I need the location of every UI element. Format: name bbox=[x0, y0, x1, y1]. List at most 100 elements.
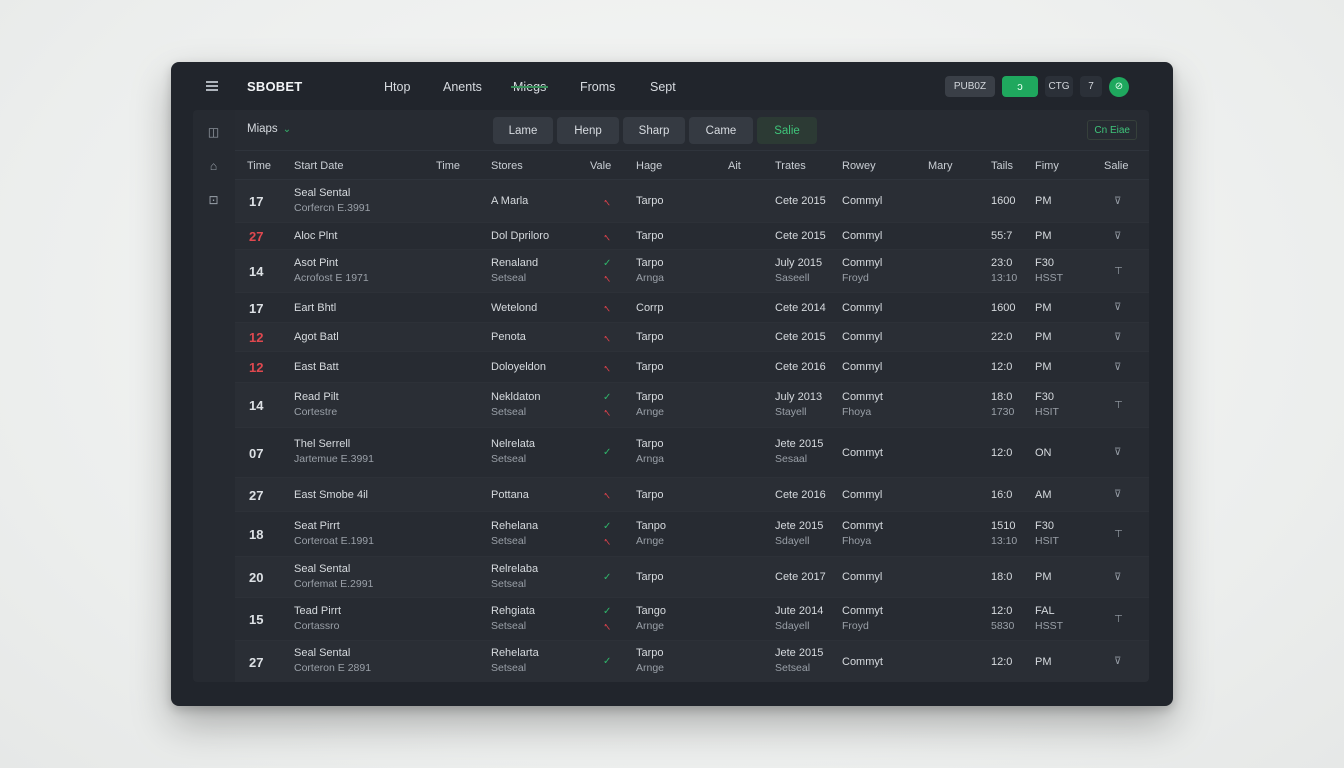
value-indicator: ✓ bbox=[603, 302, 612, 313]
table-row[interactable]: 27 Seal Sental Corteron E 2891 Rehelarta Set… bbox=[235, 641, 1149, 682]
store-name-line1: A Marla bbox=[491, 195, 529, 207]
bag-icon[interactable]: ⊡ bbox=[207, 194, 220, 207]
row-action-icon[interactable]: ⊤ bbox=[1114, 614, 1123, 625]
store-name: Rehgiata Setseal bbox=[491, 605, 535, 632]
hamburger-menu-icon[interactable] bbox=[206, 81, 218, 91]
table-row[interactable]: 18 Seat Pirrt Corteroat E.1991 Rehelana Sets… bbox=[235, 512, 1149, 557]
status-avatar-icon[interactable]: ⊘ bbox=[1109, 76, 1129, 97]
rowey-value: Commyl bbox=[842, 195, 882, 207]
event-name-line1: Eart Bhtl bbox=[294, 301, 337, 314]
store-name: A Marla bbox=[491, 195, 528, 207]
nav-item-1[interactable]: Anents bbox=[443, 62, 482, 94]
row-action-icon[interactable]: ⊽ bbox=[1114, 196, 1121, 207]
row-action-icon[interactable]: ⊽ bbox=[1114, 447, 1121, 458]
rowey-value-line1: Commyl bbox=[842, 331, 883, 343]
chevron-down-icon: ✓ bbox=[603, 362, 611, 373]
date-value-line1: Cete 2014 bbox=[775, 301, 826, 314]
tails-value-line1: 55:7 bbox=[991, 230, 1013, 242]
column-header-3[interactable]: Stores bbox=[491, 160, 523, 172]
segment-button-4[interactable]: Salie bbox=[757, 117, 817, 144]
row-action-icon[interactable]: ⊽ bbox=[1114, 231, 1121, 242]
date-value: Cete 2016 bbox=[775, 489, 826, 501]
table-row[interactable]: 20 Seal Sental Corfemat E.2991 Relrelaba Set… bbox=[235, 557, 1149, 598]
tails-value: 18:0 bbox=[991, 571, 1012, 583]
store-name-line1: Rehelarta bbox=[491, 647, 539, 659]
nav-item-2[interactable]: Miegs bbox=[510, 62, 549, 94]
ctg-button[interactable]: CTG bbox=[1045, 76, 1073, 97]
row-action-icon[interactable]: ⊽ bbox=[1114, 656, 1121, 667]
table-row[interactable]: 14 Read Pilt Cortestre Nekldaton Setseal ✓ ✓ Ta… bbox=[235, 383, 1149, 428]
event-name-line1: Seal Sental bbox=[294, 562, 351, 575]
store-name-line1: Penota bbox=[491, 331, 526, 343]
check-up-icon: ✓ ✓ bbox=[603, 606, 612, 632]
column-header-1[interactable]: Start Date bbox=[294, 160, 344, 172]
table-row[interactable]: 07 Thel Serrell Jartemue E.3991 Nelrelata Se… bbox=[235, 428, 1149, 478]
chart-icon[interactable]: ◫ bbox=[207, 126, 220, 139]
column-header-6[interactable]: Ait bbox=[728, 160, 741, 172]
table-row[interactable]: 27 Aloc Plnt Dol Dpriloro ✓ Tarpo Cete 2015 Co… bbox=[235, 223, 1149, 250]
event-name-line1: Asot Pint bbox=[294, 256, 339, 269]
row-action-icon[interactable]: ⊤ bbox=[1114, 266, 1123, 277]
segment-button-1[interactable]: Henp bbox=[557, 117, 619, 144]
nav-item-4[interactable]: Sept bbox=[650, 62, 676, 94]
nav-item-3[interactable]: Froms bbox=[580, 62, 615, 94]
table-row[interactable]: 17 Eart Bhtl Wetelond ✓ Corrp Cete 2014 Commyl… bbox=[235, 293, 1149, 323]
tails-value-line1: 1600 bbox=[991, 301, 1016, 314]
column-header-11[interactable]: Fimy bbox=[1035, 160, 1059, 172]
column-header-9[interactable]: Mary bbox=[928, 160, 952, 172]
date-value-line2: Sesaal bbox=[775, 453, 808, 465]
table-row[interactable]: 17 Seal Sental Corfercn E.3991 A Marla ✓ Tarp… bbox=[235, 180, 1149, 223]
value-indicator: ✓ bbox=[603, 605, 612, 617]
filter-dropdown[interactable]: Miaps ⌄ bbox=[247, 123, 291, 135]
value-indicator: ✓ bbox=[603, 489, 612, 500]
tails-value: 55:7 bbox=[991, 230, 1012, 242]
hage-value-line1: Tarpo bbox=[636, 647, 664, 659]
refresh-button[interactable]: ↄ bbox=[1002, 76, 1038, 97]
column-header-0[interactable]: Time bbox=[247, 160, 271, 172]
date-value-line1: Cete 2016 bbox=[775, 361, 826, 373]
column-header-5[interactable]: Hage bbox=[636, 160, 662, 172]
value-indicator: ✓ bbox=[603, 447, 612, 458]
tails-value: 12:0 bbox=[991, 361, 1012, 373]
column-header-7[interactable]: Trates bbox=[775, 160, 806, 172]
date-value-line2: Sdayell bbox=[775, 619, 810, 632]
tails-value-line1: 12:0 bbox=[991, 446, 1013, 459]
column-header-10[interactable]: Tails bbox=[991, 160, 1013, 172]
table-row[interactable]: 27 East Smobe 4il Pottana ✓ Tarpo Cete 2016 Co… bbox=[235, 478, 1149, 512]
fimy-value: PM bbox=[1035, 331, 1052, 343]
fimy-value: PM bbox=[1035, 302, 1052, 314]
table-row[interactable]: 12 Agot Batl Penota ✓ Tarpo Cete 2015 Commyl 22… bbox=[235, 323, 1149, 352]
count-button[interactable]: 7 bbox=[1080, 76, 1102, 97]
date-value: Cete 2015 bbox=[775, 195, 826, 207]
nav-item-0[interactable]: Htop bbox=[384, 62, 410, 94]
table-row[interactable]: 14 Asot Pint Acrofost E 1971 Renaland Setsea… bbox=[235, 250, 1149, 293]
row-action-icon[interactable]: ⊽ bbox=[1114, 332, 1121, 343]
hage-value: Tarpo bbox=[636, 331, 664, 343]
column-header-2[interactable]: Time bbox=[436, 160, 460, 172]
row-action-icon[interactable]: ⊽ bbox=[1114, 572, 1121, 583]
table-row[interactable]: 12 East Batt Doloyeldon ✓ Tarpo Cete 2016 Comm… bbox=[235, 352, 1149, 383]
row-number: 27 bbox=[249, 229, 264, 244]
row-action-icon[interactable]: ⊽ bbox=[1114, 489, 1121, 500]
row-action-icon[interactable]: ⊽ bbox=[1114, 362, 1121, 373]
table-row[interactable]: 15 Tead Pirrt Cortassro Rehgiata Setseal ✓ ✓ Ta… bbox=[235, 598, 1149, 641]
hage-value-line1: Tarpo bbox=[636, 230, 664, 242]
column-header-8[interactable]: Rowey bbox=[842, 160, 876, 172]
home-icon[interactable]: ⌂ bbox=[207, 160, 220, 173]
segment-button-3[interactable]: Came bbox=[689, 117, 753, 144]
segment-button-2[interactable]: Sharp bbox=[623, 117, 685, 144]
right-action-button[interactable]: Cn Eiae bbox=[1087, 120, 1137, 140]
hage-value: Corrp bbox=[636, 302, 664, 314]
store-name: Wetelond bbox=[491, 302, 537, 314]
segment-button-0[interactable]: Lame bbox=[493, 117, 553, 144]
event-name-line2: Cortassro bbox=[294, 619, 340, 632]
column-header-4[interactable]: Vale bbox=[590, 160, 611, 172]
row-action-icon[interactable]: ⊤ bbox=[1114, 400, 1123, 411]
row-action-icon[interactable]: ⊽ bbox=[1114, 302, 1121, 313]
rowey-value-line1: Commyt bbox=[842, 519, 883, 532]
date-value: Cete 2015 bbox=[775, 331, 826, 343]
row-action-icon[interactable]: ⊤ bbox=[1114, 529, 1123, 540]
column-header-12[interactable]: Salie bbox=[1104, 160, 1128, 172]
date-value: Cete 2014 bbox=[775, 302, 826, 314]
account-pill[interactable]: PUB0Z bbox=[945, 76, 995, 97]
